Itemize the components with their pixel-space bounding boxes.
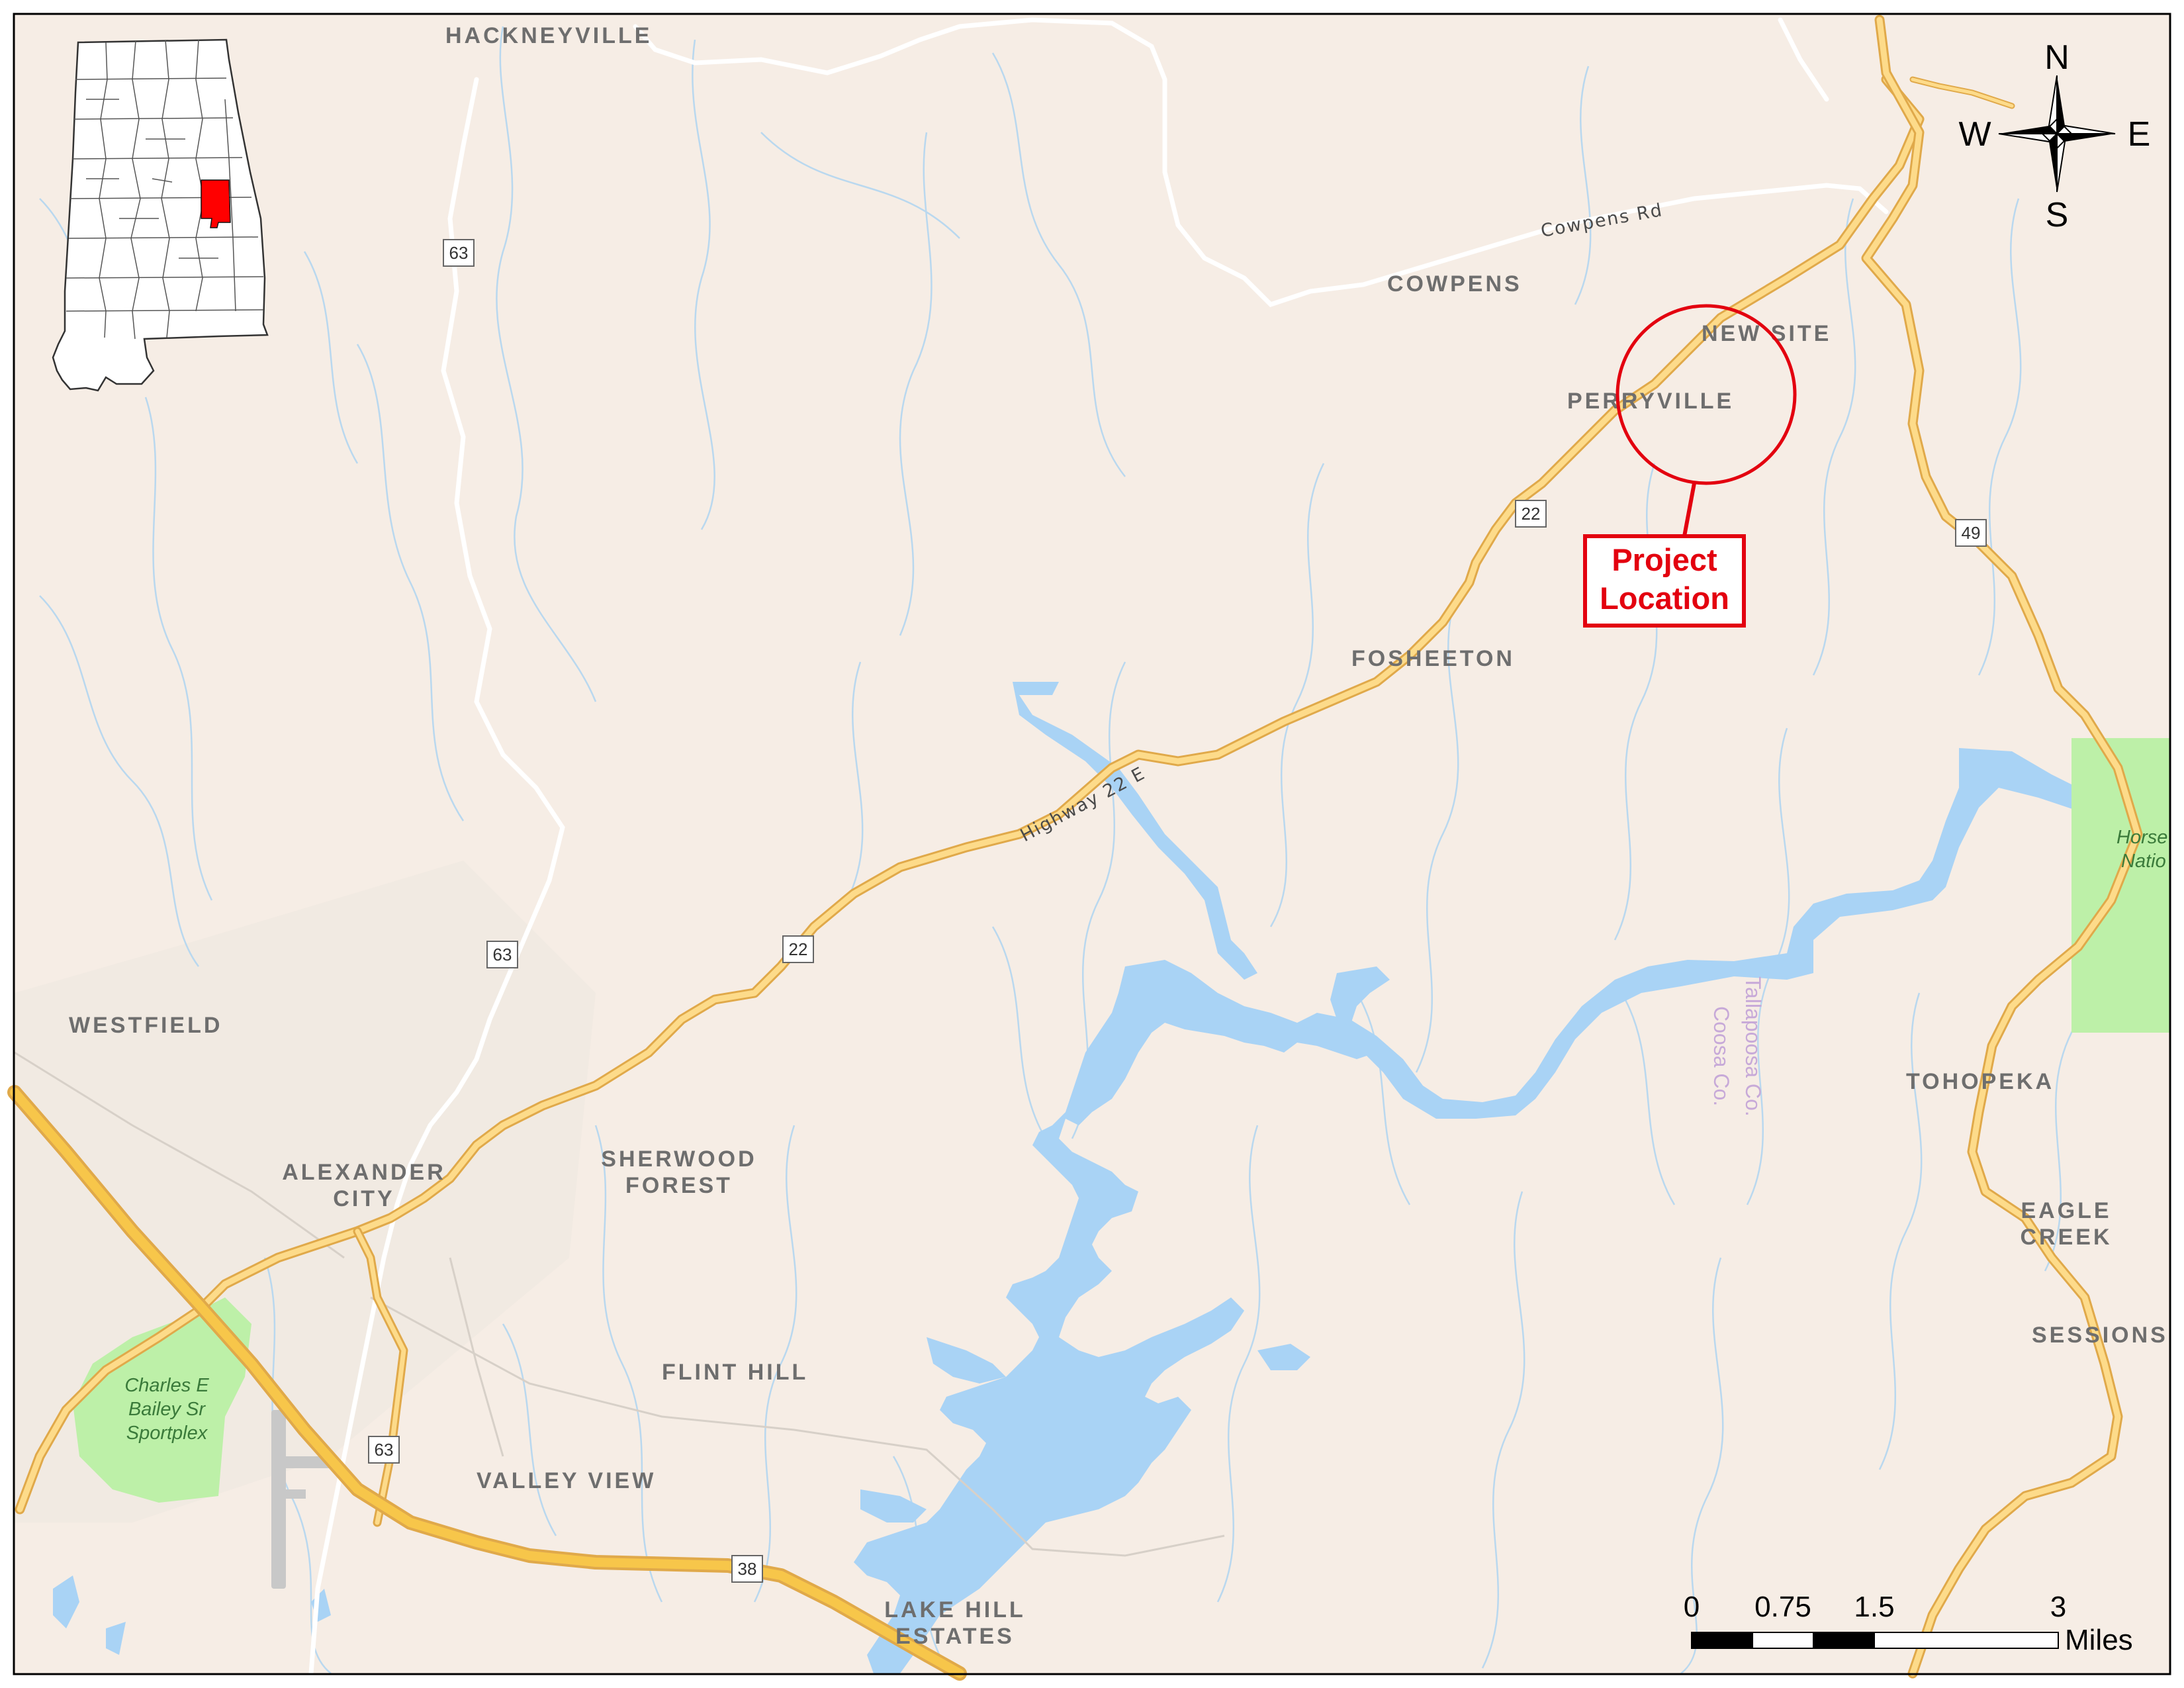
shield-49: 49 (1955, 519, 1987, 547)
place-alexander-city: CITY (333, 1186, 394, 1211)
shield-38: 38 (731, 1555, 763, 1583)
park-label-horseshoe-bend: Horse (2116, 827, 2167, 848)
shield-63: 63 (368, 1436, 400, 1464)
scale-unit-label: Miles (2065, 1624, 2133, 1656)
svg-text:38: 38 (738, 1559, 757, 1579)
place-perryville: PERRYVILLE (1567, 389, 1734, 414)
callout-text: Project (1612, 542, 1717, 577)
shield-22: 22 (782, 935, 814, 963)
scale-tick-label: 0.75 (1754, 1591, 1811, 1623)
scale-tick-label: 0 (1684, 1591, 1700, 1623)
place-sherwood-forest: FOREST (625, 1173, 733, 1198)
place-sherwood-forest: SHERWOOD (601, 1147, 756, 1172)
place-tohopeka: TOHOPEKA (1906, 1069, 2054, 1094)
compass-n: N (2044, 38, 2070, 77)
callout-text: Location (1600, 581, 1729, 616)
county-label-tallapoosa: Tallapoosa Co. (1741, 976, 1765, 1117)
svg-text:22: 22 (1522, 504, 1541, 524)
svg-text:22: 22 (789, 939, 808, 959)
park-label-sportplex: Sportplex (126, 1423, 208, 1444)
place-alexander-city: ALEXANDER (282, 1160, 446, 1185)
park-label-horseshoe-bend: Natio (2121, 851, 2166, 872)
place-eagle-creek: CREEK (2020, 1225, 2112, 1250)
svg-text:49: 49 (1962, 523, 1981, 543)
place-sessions: SESSIONS (2032, 1323, 2168, 1348)
scale-tick-label: 1.5 (1854, 1591, 1894, 1623)
place-lake-hill-estates: ESTATES (895, 1624, 1015, 1649)
place-flint-hill: FLINT HILL (662, 1360, 808, 1385)
county-label-coosa: Coosa Co. (1709, 1006, 1733, 1106)
place-westfield: WESTFIELD (69, 1013, 222, 1038)
place-fosheeton: FOSHEETON (1351, 646, 1515, 671)
park-label-sportplex: Charles E (124, 1375, 209, 1396)
place-lake-hill-estates: LAKE HILL (884, 1597, 1026, 1622)
park-label-sportplex: Bailey Sr (128, 1399, 206, 1420)
place-valley-view: VALLEY VIEW (477, 1468, 656, 1493)
scale-tick-label: 3 (2050, 1591, 2066, 1623)
svg-text:63: 63 (375, 1440, 394, 1460)
svg-text:63: 63 (449, 243, 469, 263)
map-canvas[interactable]: Tallapoosa Co. Coosa Co. Cowpens Rd High… (0, 0, 2184, 1688)
compass-e: E (2128, 115, 2151, 154)
place-eagle-creek: EAGLE (2021, 1198, 2111, 1223)
shield-63: 63 (486, 941, 518, 968)
shield-22: 22 (1515, 500, 1547, 528)
place-hackneyville: HACKNEYVILLE (445, 23, 652, 48)
place-cowpens: COWPENS (1387, 271, 1522, 297)
svg-text:63: 63 (493, 945, 512, 964)
shield-63: 63 (443, 239, 475, 267)
compass-w: W (1958, 115, 1991, 154)
compass-s: S (2046, 196, 2069, 234)
place-new-site: NEW SITE (1702, 321, 1831, 346)
